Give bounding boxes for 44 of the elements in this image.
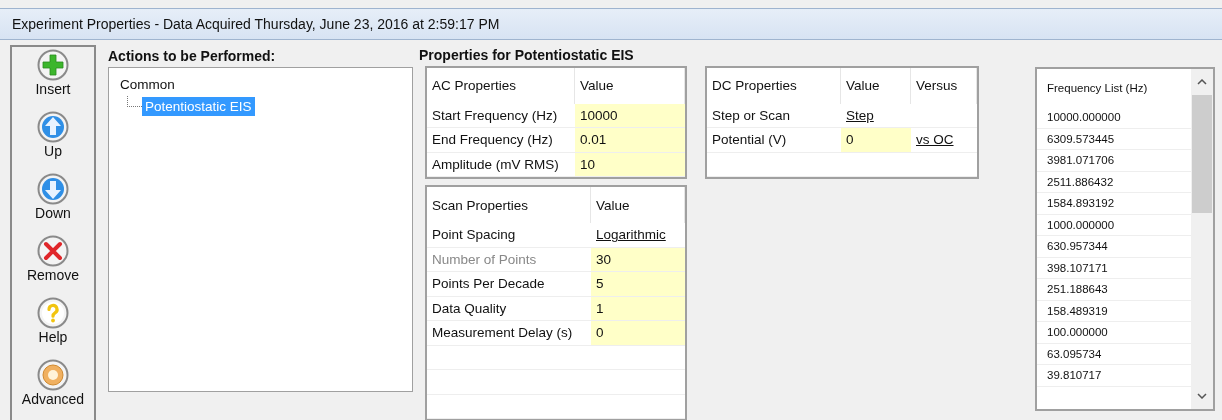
column-header: Frequency List (Hz) xyxy=(1046,81,1149,96)
question-icon xyxy=(37,297,69,329)
toolbar-button[interactable]: Up xyxy=(37,111,69,171)
toolbar-button[interactable]: Insert xyxy=(35,49,71,109)
value-field[interactable]: 5 xyxy=(591,272,685,296)
x-icon xyxy=(37,235,69,267)
value-field[interactable]: 1 xyxy=(591,296,685,320)
toolbar-button[interactable]: Remove xyxy=(26,235,80,295)
column-header: AC Properties xyxy=(427,67,575,104)
section-heading: Properties for Potentiostatic EIS xyxy=(419,46,635,66)
scrollbar[interactable] xyxy=(1191,69,1213,409)
toolbar-button[interactable]: Advanced xyxy=(21,359,85,419)
window-title: Experiment Properties - Data Acquired Thursday, June 23, 2016 at 2:59:17 PM xyxy=(12,16,500,32)
value-link[interactable]: Logarithmic xyxy=(596,227,666,243)
tree-item[interactable]: Common xyxy=(117,74,178,94)
column-header: Value xyxy=(575,67,685,104)
property-label: Data Quality xyxy=(431,299,508,318)
value-link[interactable]: Step xyxy=(846,107,874,123)
property-label: Potential (V) xyxy=(711,131,788,150)
plus-icon xyxy=(37,49,69,81)
versus-link[interactable]: vs OC xyxy=(916,132,954,148)
value-field[interactable]: 0.01 xyxy=(575,128,685,152)
section-heading: Actions to be Performed: xyxy=(108,47,277,66)
value-field[interactable]: 0 xyxy=(841,128,911,152)
property-label: Points Per Decade xyxy=(431,275,546,294)
scroll-down-icon[interactable] xyxy=(1197,393,1207,399)
property-label: End Frequency (Hz) xyxy=(431,131,554,150)
column-header: Value xyxy=(841,67,911,104)
value-field[interactable]: 10000 xyxy=(575,103,685,127)
scroll-up-icon[interactable] xyxy=(1197,79,1207,85)
property-label: Measurement Delay (s) xyxy=(431,324,574,343)
property-label: Amplitude (mV RMS) xyxy=(431,155,560,174)
toolbar-button[interactable]: Down xyxy=(35,173,71,233)
column-header: Scan Properties xyxy=(427,187,591,223)
property-label: Step or Scan xyxy=(711,106,792,125)
value-field[interactable]: 0 xyxy=(591,321,685,345)
column-header: Versus xyxy=(911,67,977,104)
property-label: Number of Points xyxy=(431,250,538,269)
property-label: Point Spacing xyxy=(431,226,517,245)
property-label: Start Frequency (Hz) xyxy=(431,106,559,125)
column-header: DC Properties xyxy=(707,67,841,104)
column-header: Value xyxy=(591,187,685,223)
toolbar-button[interactable]: Help xyxy=(37,297,69,357)
value-field[interactable]: 10 xyxy=(575,152,685,176)
